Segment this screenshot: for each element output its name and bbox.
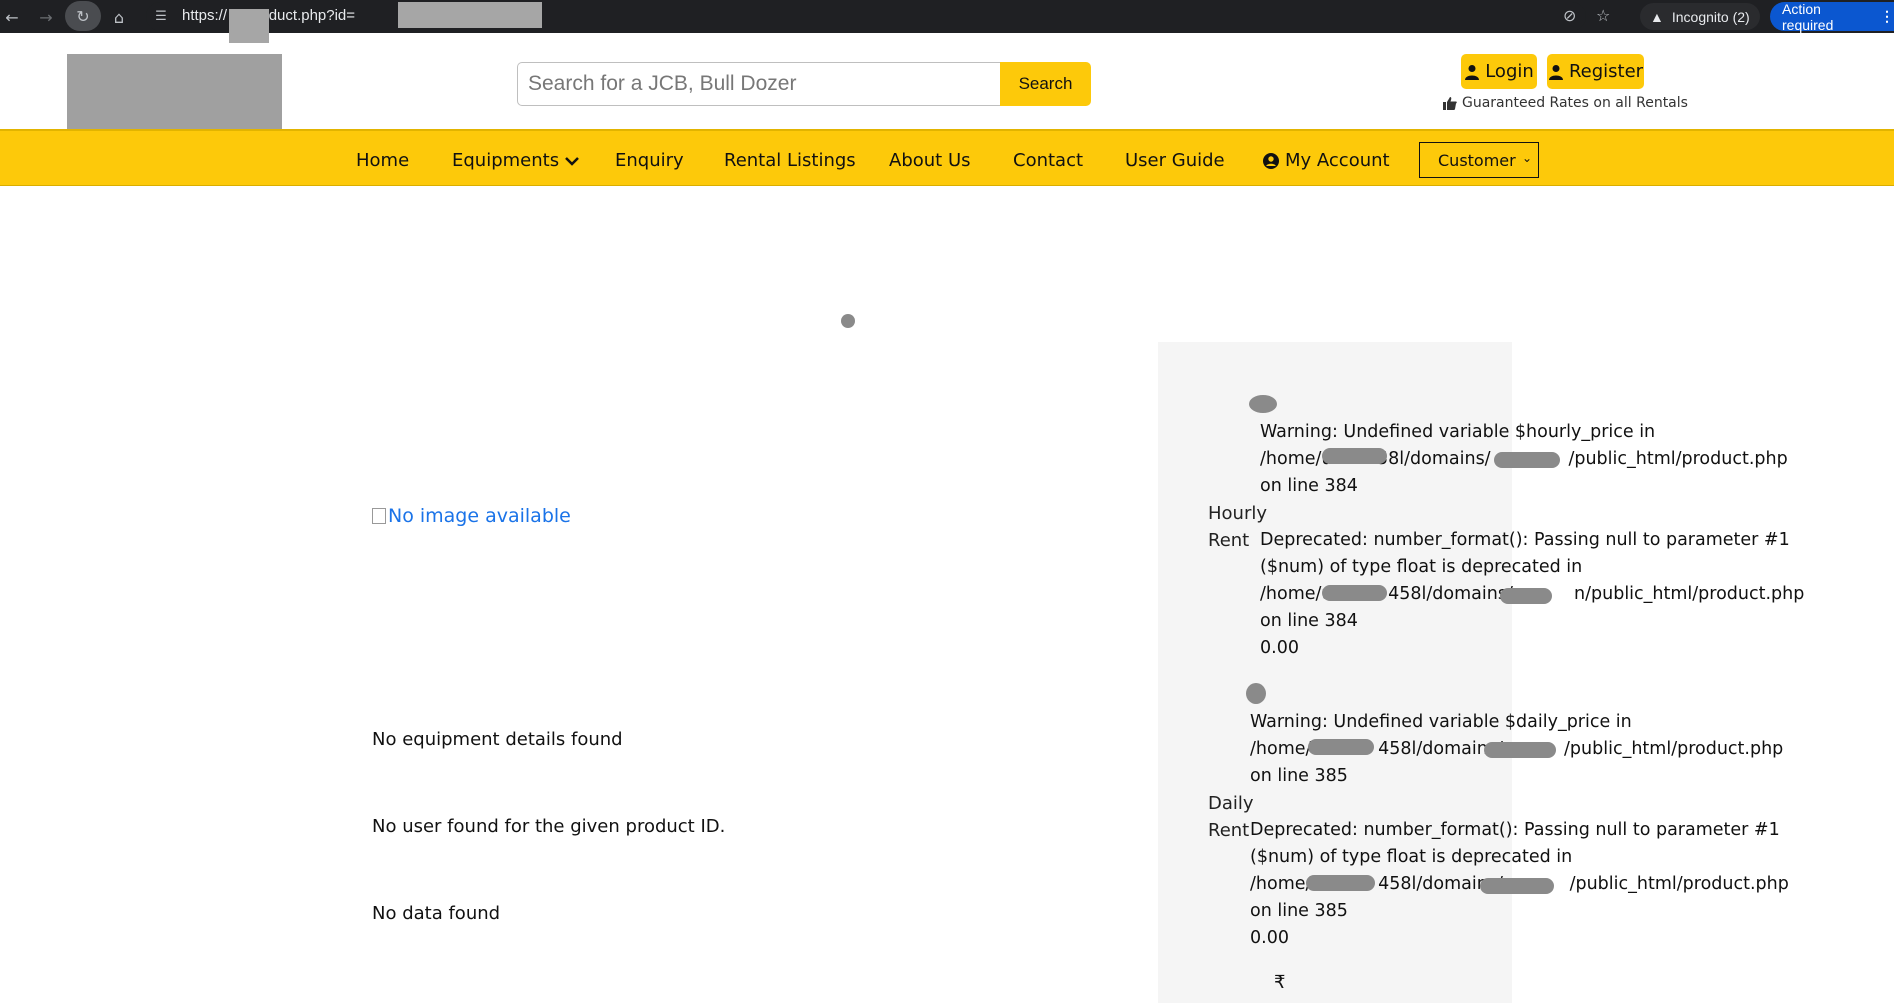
star-icon[interactable]: ☆ — [1596, 6, 1610, 25]
hourly-deprecated: Deprecated: number_format(): Passing nul… — [1260, 530, 1805, 631]
site-logo[interactable] — [67, 54, 282, 140]
currency-symbol: ₹ — [1274, 972, 1286, 993]
redaction-blob — [1308, 739, 1374, 755]
nav-about-us[interactable]: About Us — [889, 150, 971, 171]
user-icon — [1465, 64, 1480, 80]
register-label: Register — [1568, 61, 1644, 82]
action-required-button[interactable]: Action required ⋮ — [1770, 0, 1894, 33]
redaction-blob — [1500, 588, 1552, 604]
guarantee-banner: Guaranteed Rates on all Rentals — [1443, 95, 1688, 111]
no-data-message: No data found — [372, 903, 501, 924]
no-equipment-message: No equipment details found — [372, 729, 623, 750]
search-input[interactable] — [518, 63, 1000, 105]
redaction-blob — [1246, 683, 1266, 704]
redaction-blob — [1306, 875, 1375, 891]
register-button[interactable]: Register — [1547, 54, 1644, 89]
nav-contact[interactable]: Contact — [1013, 150, 1083, 171]
hourly-rent-value: 0.00 — [1260, 638, 1299, 658]
redaction-blob — [1484, 742, 1556, 758]
browser-toolbar: ← → ↻ ⌂ ☰ https:// in/product.php?id= ⊘ … — [0, 0, 1894, 43]
thumbs-up-icon — [1443, 96, 1457, 110]
reload-icon[interactable]: ↻ — [65, 1, 101, 31]
product-image[interactable]: No image available — [372, 505, 571, 527]
nav-equipments[interactable]: Equipments — [452, 150, 579, 171]
nav-enquiry[interactable]: Enquiry — [615, 150, 684, 171]
role-select[interactable]: Customer ⌄ — [1419, 142, 1539, 178]
nav-enquiry-label: Enquiry — [615, 150, 684, 171]
forward-icon[interactable]: → — [34, 5, 58, 29]
user-circle-icon — [1263, 152, 1279, 169]
nav-home-label: Home — [356, 150, 410, 171]
nav-my-account-label: My Account — [1285, 150, 1390, 171]
redaction-block — [229, 9, 269, 43]
role-select-value: Customer — [1438, 150, 1516, 170]
redaction-blob — [1249, 395, 1277, 413]
address-bar[interactable] — [146, 2, 1586, 31]
daily-deprecated: Deprecated: number_format(): Passing nul… — [1250, 820, 1789, 921]
main-navbar: Home Equipments Enquiry Rental Listings … — [0, 129, 1894, 186]
nav-user-guide-label: User Guide — [1125, 150, 1225, 171]
incognito-indicator[interactable]: ▲ Incognito (2) — [1640, 3, 1760, 30]
guarantee-text: Guaranteed Rates on all Rentals — [1462, 95, 1688, 111]
broken-image-icon — [372, 508, 386, 524]
nav-contact-label: Contact — [1013, 150, 1084, 171]
more-vert-icon[interactable]: ⋮ — [1880, 8, 1894, 25]
nav-equipments-label: Equipments — [452, 150, 560, 171]
daily-rent-value: 0.00 — [1250, 928, 1289, 948]
nav-home[interactable]: Home — [356, 150, 409, 171]
nav-user-guide[interactable]: User Guide — [1125, 150, 1225, 171]
redaction-blob — [1322, 448, 1387, 464]
search-field[interactable] — [517, 62, 1000, 106]
user-icon — [1548, 64, 1563, 80]
home-icon[interactable]: ⌂ — [107, 5, 131, 29]
site-settings-icon[interactable]: ☰ — [152, 7, 170, 25]
login-label: Login — [1485, 61, 1534, 82]
no-user-message: No user found for the given product ID. — [372, 816, 726, 837]
nav-rental-listings[interactable]: Rental Listings — [724, 150, 856, 171]
chevron-down-icon: ⌄ — [1521, 151, 1532, 165]
chevron-down-icon — [565, 156, 579, 166]
back-icon[interactable]: ← — [0, 5, 24, 29]
redaction-blob — [1480, 878, 1554, 894]
nav-about-us-label: About Us — [889, 150, 971, 171]
incognito-icon: ▲ — [1650, 8, 1664, 25]
redaction-block — [398, 2, 542, 28]
incognito-label: Incognito (2) — [1671, 8, 1750, 25]
action-required-label: Action required — [1782, 0, 1834, 33]
redaction-blob — [1322, 585, 1387, 601]
nav-rental-listings-label: Rental Listings — [724, 150, 856, 171]
nav-my-account[interactable]: My Account — [1263, 150, 1390, 171]
search-button[interactable]: Search — [1000, 62, 1091, 106]
loading-dot — [841, 314, 855, 328]
daily-rent-label: Daily Rent — [1208, 793, 1254, 841]
eye-off-icon[interactable]: ⊘ — [1563, 6, 1576, 25]
hourly-rent-label: Hourly Rent — [1208, 503, 1268, 551]
login-button[interactable]: Login — [1461, 54, 1537, 89]
product-image-alt: No image available — [388, 505, 571, 527]
redaction-blob — [1494, 452, 1560, 468]
